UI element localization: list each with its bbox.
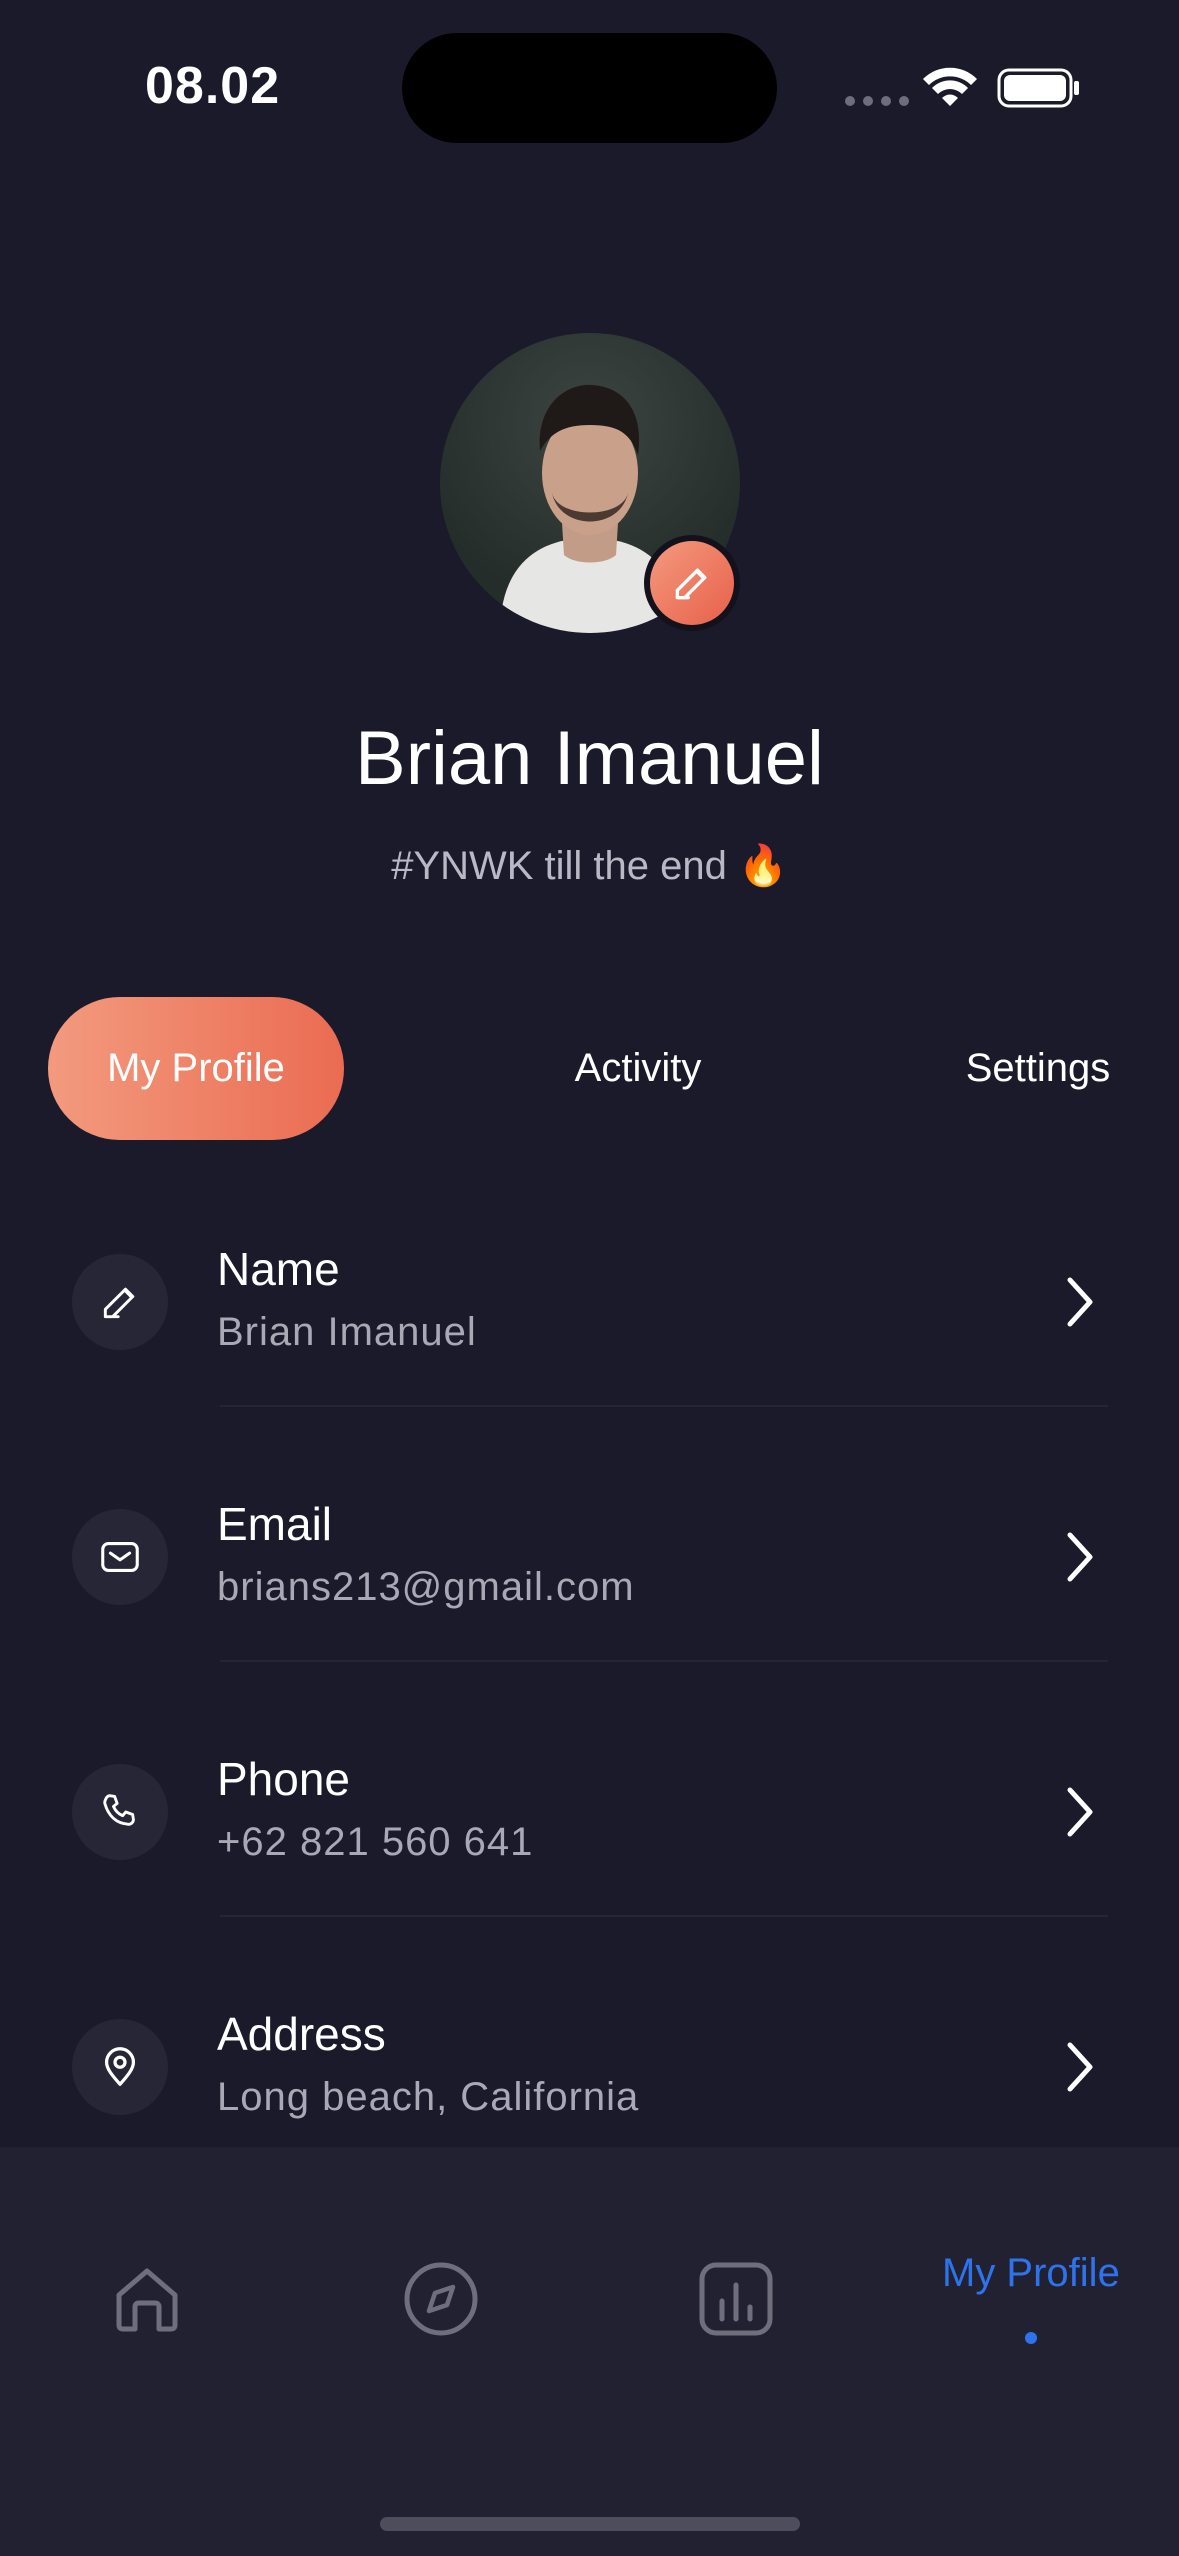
profile-screen: 08.02 Brian Imanuel #YNWK till the end 🔥…	[0, 0, 1179, 2556]
pencil-icon	[72, 1254, 168, 1350]
list-item-name[interactable]: Name Brian Imanuel	[0, 1237, 1179, 1492]
item-value: Brian Imanuel	[217, 1310, 477, 1354]
status-time: 08.02	[145, 57, 281, 115]
tab-activity[interactable]: Activity	[448, 997, 828, 1140]
phone-icon	[72, 1764, 168, 1860]
chevron-right-icon	[1067, 2042, 1093, 2092]
pencil-icon	[675, 568, 707, 600]
location-pin-icon	[72, 2019, 168, 2115]
divider	[220, 1915, 1108, 1917]
chevron-right-icon	[1067, 1787, 1093, 1837]
edit-avatar-button[interactable]	[644, 535, 740, 631]
list-item-email[interactable]: Email brians213@gmail.com	[0, 1492, 1179, 1747]
nav-my-profile[interactable]: My Profile	[942, 2251, 1120, 2296]
item-value: +62 821 560 641	[217, 1820, 534, 1864]
item-value: brians213@gmail.com	[217, 1565, 635, 1609]
profile-name: Brian Imanuel	[355, 716, 824, 801]
wifi-icon	[923, 67, 977, 106]
home-indicator[interactable]	[380, 2517, 800, 2531]
divider	[220, 1660, 1108, 1662]
chart-icon[interactable]	[696, 2259, 776, 2339]
profile-tabs: My Profile Activity Settings	[48, 997, 1138, 1140]
compass-icon[interactable]	[401, 2259, 481, 2339]
home-icon[interactable]	[107, 2259, 187, 2339]
item-value: Long beach, California	[217, 2075, 640, 2119]
dynamic-island	[402, 33, 777, 143]
tab-my-profile[interactable]: My Profile	[48, 997, 344, 1140]
item-label: Email	[217, 1498, 333, 1550]
divider	[220, 1405, 1108, 1407]
profile-tagline: #YNWK till the end 🔥	[391, 844, 788, 888]
item-label: Address	[217, 2008, 386, 2060]
bottom-navigation: My Profile	[0, 2147, 1179, 2556]
item-label: Name	[217, 1243, 340, 1295]
cellular-signal-icon	[845, 96, 909, 106]
avatar-container	[440, 333, 740, 633]
list-item-phone[interactable]: Phone +62 821 560 641	[0, 1747, 1179, 2002]
item-label: Phone	[217, 1753, 351, 1805]
active-indicator	[1025, 2332, 1037, 2344]
battery-icon	[997, 68, 1079, 108]
tab-settings[interactable]: Settings	[848, 997, 1179, 1140]
mail-icon	[72, 1509, 168, 1605]
chevron-right-icon	[1067, 1532, 1093, 1582]
chevron-right-icon	[1067, 1277, 1093, 1327]
